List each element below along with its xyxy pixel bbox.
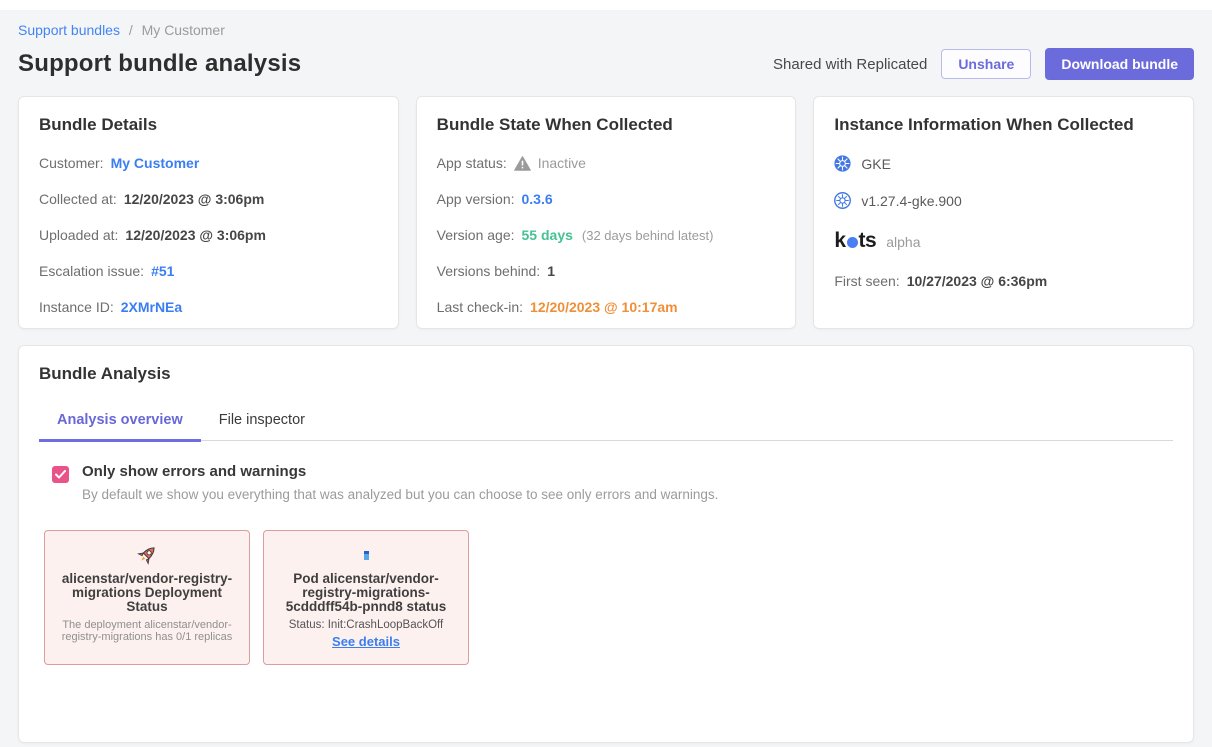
shared-status-text: Shared with Replicated: [773, 56, 927, 73]
analysis-tabs: Analysis overview File inspector: [39, 402, 1173, 441]
analysis-results: alicenstar/vendor-registry-migrations De…: [39, 530, 1173, 665]
tab-file-inspector[interactable]: File inspector: [201, 402, 323, 442]
versions-behind-row: Versions behind: 1: [437, 263, 776, 279]
collected-at-label: Collected at:: [39, 191, 117, 207]
analysis-result-deployment-status: alicenstar/vendor-registry-migrations De…: [44, 530, 250, 665]
breadcrumb-current: My Customer: [142, 22, 225, 38]
k8s-version-value: v1.27.4-gke.900: [861, 193, 961, 209]
app-version-link[interactable]: 0.3.6: [522, 191, 553, 207]
uploaded-at-value: 12/20/2023 @ 3:06pm: [125, 227, 266, 243]
analysis-result-description: The deployment alicenstar/vendor-registr…: [55, 619, 239, 643]
uploaded-at-label: Uploaded at:: [39, 227, 118, 243]
first-seen-row: First seen: 10/27/2023 @ 6:36pm: [834, 273, 1173, 289]
distribution-value: GKE: [861, 156, 891, 172]
warning-triangle-icon: [514, 156, 531, 171]
page-container: Support bundles / My Customer Support bu…: [0, 22, 1212, 743]
customer-row: Customer: My Customer: [39, 155, 378, 171]
last-checkin-value: 12/20/2023 @ 10:17am: [530, 299, 678, 315]
analysis-result-title: Pod alicenstar/vendor-registry-migration…: [274, 572, 458, 614]
bundle-details-title: Bundle Details: [39, 115, 378, 135]
tab-analysis-overview[interactable]: Analysis overview: [39, 402, 201, 442]
bundle-details-card: Bundle Details Customer: My Customer Col…: [18, 96, 399, 329]
rocket-icon: [55, 542, 239, 568]
title-row: Support bundle analysis Shared with Repl…: [18, 48, 1194, 80]
kubernetes-icon: [834, 155, 851, 172]
instance-id-row: Instance ID: 2XMrNEa: [39, 299, 378, 315]
kots-logo-k: k: [834, 229, 845, 253]
see-details-link[interactable]: See details: [332, 634, 400, 649]
versions-behind-label: Versions behind:: [437, 263, 541, 279]
last-checkin-label: Last check-in:: [437, 299, 523, 315]
customer-label: Customer:: [39, 155, 104, 171]
filter-description: By default we show you everything that w…: [82, 487, 718, 502]
version-age-row: Version age: 55 days (32 days behind lat…: [437, 227, 776, 243]
app-status-label: App status:: [437, 155, 507, 171]
bundle-analysis-title: Bundle Analysis: [39, 364, 1173, 384]
instance-id-link[interactable]: 2XMrNEa: [121, 299, 182, 315]
kots-logo-o-dot: [847, 237, 858, 248]
download-bundle-button[interactable]: Download bundle: [1045, 48, 1194, 80]
instance-info-card: Instance Information When Collected GKE …: [813, 96, 1194, 329]
first-seen-label: First seen:: [834, 273, 899, 289]
version-age-value: 55 days: [522, 227, 573, 243]
version-age-note: (32 days behind latest): [582, 228, 714, 243]
filter-label[interactable]: Only show errors and warnings: [82, 463, 718, 480]
instance-id-label: Instance ID:: [39, 299, 114, 315]
breadcrumb: Support bundles / My Customer: [18, 22, 1194, 38]
checkmark-icon: [55, 470, 66, 479]
uploaded-at-row: Uploaded at: 12/20/2023 @ 3:06pm: [39, 227, 378, 243]
app-version-label: App version:: [437, 191, 515, 207]
escalation-issue-label: Escalation issue:: [39, 263, 144, 279]
kubernetes-version-icon: [834, 192, 851, 209]
first-seen-value: 10/27/2023 @ 6:36pm: [907, 273, 1048, 289]
page-title: Support bundle analysis: [18, 50, 301, 78]
last-checkin-row: Last check-in: 12/20/2023 @ 10:17am: [437, 299, 776, 315]
pod-icon: [274, 542, 458, 568]
version-age-label: Version age:: [437, 227, 515, 243]
filter-text: Only show errors and warnings By default…: [82, 463, 718, 502]
errors-warnings-checkbox[interactable]: [52, 466, 69, 483]
kots-row: kts alpha: [834, 229, 1173, 253]
versions-behind-value: 1: [547, 263, 555, 279]
pod-status-text: Status: Init:CrashLoopBackOff: [274, 619, 458, 631]
header-actions: Shared with Replicated Unshare Download …: [773, 48, 1194, 80]
collected-at-value: 12/20/2023 @ 3:06pm: [124, 191, 265, 207]
summary-cards: Bundle Details Customer: My Customer Col…: [18, 96, 1194, 329]
kots-channel: alpha: [886, 234, 920, 250]
analysis-result-title: alicenstar/vendor-registry-migrations De…: [55, 572, 239, 614]
bundle-state-card: Bundle State When Collected App status: …: [416, 96, 797, 329]
collected-at-row: Collected at: 12/20/2023 @ 3:06pm: [39, 191, 378, 207]
kots-logo: kts: [834, 229, 876, 253]
instance-info-title: Instance Information When Collected: [834, 115, 1173, 135]
app-status-row: App status: Inactive: [437, 155, 776, 171]
kots-logo-ts: ts: [859, 229, 877, 253]
analysis-result-pod-status: Pod alicenstar/vendor-registry-migration…: [263, 530, 469, 665]
bundle-state-title: Bundle State When Collected: [437, 115, 776, 135]
unshare-button[interactable]: Unshare: [941, 49, 1031, 79]
k8s-version-row: v1.27.4-gke.900: [834, 192, 1173, 209]
escalation-issue-link[interactable]: #51: [151, 263, 174, 279]
app-version-row: App version: 0.3.6: [437, 191, 776, 207]
breadcrumb-link-support-bundles[interactable]: Support bundles: [18, 22, 120, 38]
breadcrumb-separator: /: [129, 22, 133, 38]
escalation-issue-row: Escalation issue: #51: [39, 263, 378, 279]
top-strip: [0, 0, 1212, 10]
app-status-value: Inactive: [538, 155, 586, 171]
customer-link[interactable]: My Customer: [111, 155, 200, 171]
bundle-analysis-card: Bundle Analysis Analysis overview File i…: [18, 345, 1194, 743]
distribution-row: GKE: [834, 155, 1173, 172]
filter-section: Only show errors and warnings By default…: [39, 463, 1173, 502]
